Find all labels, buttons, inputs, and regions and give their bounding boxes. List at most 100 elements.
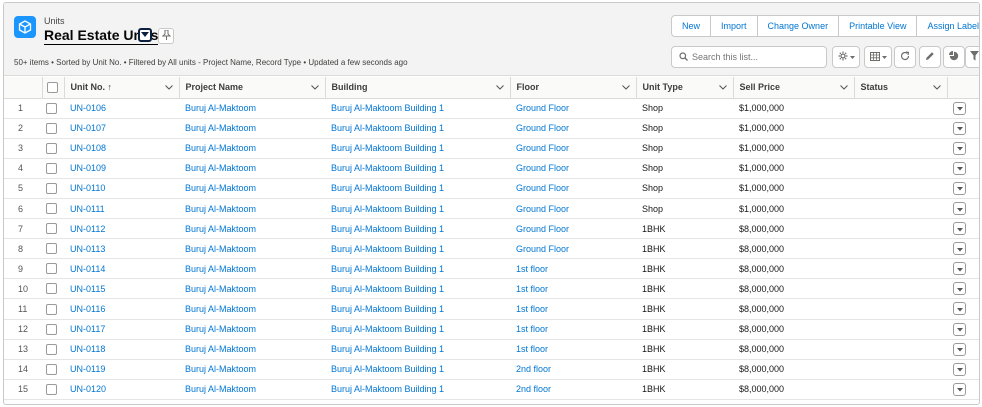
floor-link[interactable]: 1st floor — [516, 284, 548, 294]
building-link[interactable]: Buruj Al-Maktoom Building 1 — [331, 364, 444, 374]
floor-link[interactable]: Ground Floor — [516, 123, 569, 133]
floor-link[interactable]: Ground Floor — [516, 163, 569, 173]
filter-button[interactable] — [965, 46, 979, 68]
row-checkbox[interactable] — [46, 283, 57, 295]
building-link[interactable]: Buruj Al-Maktoom Building 1 — [331, 163, 444, 173]
building-link[interactable]: Buruj Al-Maktoom Building 1 — [331, 224, 444, 234]
chevron-down-icon[interactable] — [932, 82, 941, 92]
floor-link[interactable]: 1st floor — [516, 264, 548, 274]
row-checkbox[interactable] — [46, 102, 57, 114]
unit-no-link[interactable]: UN-0115 — [70, 284, 105, 294]
unit-no-link[interactable]: UN-0111 — [70, 204, 105, 214]
project-name-link[interactable]: Buruj Al-Maktoom — [185, 123, 256, 133]
unit-no-link[interactable]: UN-0113 — [70, 244, 105, 254]
unit-no-link[interactable]: UN-0116 — [70, 304, 105, 314]
inline-edit-button[interactable] — [919, 46, 941, 68]
display-as-button[interactable] — [864, 46, 892, 68]
floor-link[interactable]: 1st floor — [516, 304, 548, 314]
row-checkbox[interactable] — [46, 383, 57, 395]
building-link[interactable]: Buruj Al-Maktoom Building 1 — [331, 183, 444, 193]
floor-link[interactable]: Ground Floor — [516, 103, 569, 113]
column-header-sell-price[interactable]: Sell Price — [733, 77, 855, 99]
row-actions-button[interactable] — [953, 222, 966, 236]
unit-no-link[interactable]: UN-0110 — [70, 183, 105, 193]
row-checkbox[interactable] — [46, 223, 57, 235]
project-name-link[interactable]: Buruj Al-Maktoom — [185, 183, 256, 193]
row-checkbox[interactable] — [46, 122, 57, 134]
list-settings-button[interactable] — [832, 46, 860, 68]
project-name-link[interactable]: Buruj Al-Maktoom — [185, 244, 256, 254]
project-name-link[interactable]: Buruj Al-Maktoom — [185, 224, 256, 234]
printable-view-button[interactable]: Printable View — [839, 16, 918, 36]
row-checkbox[interactable] — [46, 323, 57, 335]
row-checkbox[interactable] — [46, 203, 57, 215]
unit-no-link[interactable]: UN-0118 — [70, 344, 105, 354]
list-view-picker-button[interactable] — [138, 28, 152, 42]
project-name-link[interactable]: Buruj Al-Maktoom — [185, 264, 256, 274]
chevron-down-icon[interactable] — [495, 82, 504, 92]
floor-link[interactable]: 1st floor — [516, 344, 548, 354]
floor-link[interactable]: Ground Floor — [516, 244, 569, 254]
row-actions-button[interactable] — [953, 282, 966, 296]
building-link[interactable]: Buruj Al-Maktoom Building 1 — [331, 123, 444, 133]
building-link[interactable]: Buruj Al-Maktoom Building 1 — [331, 204, 444, 214]
column-header-project-name[interactable]: Project Name — [179, 77, 326, 99]
project-name-link[interactable]: Buruj Al-Maktoom — [185, 384, 256, 394]
new-button[interactable]: New — [672, 16, 712, 36]
building-link[interactable]: Buruj Al-Maktoom Building 1 — [331, 143, 444, 153]
unit-no-link[interactable]: UN-0120 — [70, 384, 106, 394]
refresh-button[interactable] — [894, 46, 916, 68]
project-name-link[interactable]: Buruj Al-Maktoom — [185, 103, 256, 113]
chevron-down-icon[interactable] — [718, 82, 727, 92]
unit-no-link[interactable]: UN-0112 — [70, 224, 105, 234]
assign-label-button[interactable]: Assign Label — [917, 16, 979, 36]
change-owner-button[interactable]: Change Owner — [758, 16, 840, 36]
building-link[interactable]: Buruj Al-Maktoom Building 1 — [331, 344, 444, 354]
building-link[interactable]: Buruj Al-Maktoom Building 1 — [331, 324, 444, 334]
unit-no-link[interactable]: UN-0114 — [70, 264, 105, 274]
chevron-down-icon[interactable] — [164, 82, 173, 92]
row-actions-button[interactable] — [953, 322, 966, 336]
charts-button[interactable] — [943, 46, 965, 68]
column-header-status[interactable]: Status — [854, 77, 948, 99]
row-checkbox[interactable] — [46, 182, 57, 194]
project-name-link[interactable]: Buruj Al-Maktoom — [185, 324, 256, 334]
row-actions-button[interactable] — [953, 242, 966, 256]
project-name-link[interactable]: Buruj Al-Maktoom — [185, 143, 256, 153]
unit-no-link[interactable]: UN-0119 — [70, 364, 105, 374]
column-header-unit-no[interactable]: Unit No. ↑ — [64, 77, 180, 99]
building-link[interactable]: Buruj Al-Maktoom Building 1 — [331, 284, 444, 294]
row-checkbox[interactable] — [46, 243, 57, 255]
select-all-checkbox[interactable] — [46, 81, 58, 93]
project-name-link[interactable]: Buruj Al-Maktoom — [185, 284, 256, 294]
unit-no-link[interactable]: UN-0117 — [70, 324, 105, 334]
row-actions-button[interactable] — [953, 161, 966, 175]
chevron-down-icon[interactable] — [839, 82, 848, 92]
project-name-link[interactable]: Buruj Al-Maktoom — [185, 204, 256, 214]
project-name-link[interactable]: Buruj Al-Maktoom — [185, 304, 256, 314]
floor-link[interactable]: 2nd floor — [516, 384, 551, 394]
row-checkbox[interactable] — [46, 303, 57, 315]
building-link[interactable]: Buruj Al-Maktoom Building 1 — [331, 244, 444, 254]
row-actions-button[interactable] — [953, 121, 966, 135]
unit-no-link[interactable]: UN-0106 — [70, 103, 106, 113]
floor-link[interactable]: 1st floor — [516, 324, 548, 334]
row-checkbox[interactable] — [46, 343, 57, 355]
search-input[interactable] — [692, 52, 822, 62]
unit-no-link[interactable]: UN-0108 — [70, 143, 106, 153]
pin-list-button[interactable] — [158, 28, 174, 44]
column-header-floor[interactable]: Floor — [510, 77, 637, 99]
column-header-unit-type[interactable]: Unit Type — [636, 77, 734, 99]
floor-link[interactable]: Ground Floor — [516, 204, 569, 214]
row-actions-button[interactable] — [953, 141, 966, 155]
chevron-down-icon[interactable] — [310, 82, 319, 92]
floor-link[interactable]: 2nd floor — [516, 364, 551, 374]
floor-link[interactable]: Ground Floor — [516, 143, 569, 153]
row-actions-button[interactable] — [953, 302, 966, 316]
building-link[interactable]: Buruj Al-Maktoom Building 1 — [331, 103, 444, 113]
row-checkbox[interactable] — [46, 142, 57, 154]
row-actions-button[interactable] — [953, 262, 966, 276]
row-actions-button[interactable] — [953, 382, 966, 396]
row-actions-button[interactable] — [953, 362, 966, 376]
project-name-link[interactable]: Buruj Al-Maktoom — [185, 163, 256, 173]
